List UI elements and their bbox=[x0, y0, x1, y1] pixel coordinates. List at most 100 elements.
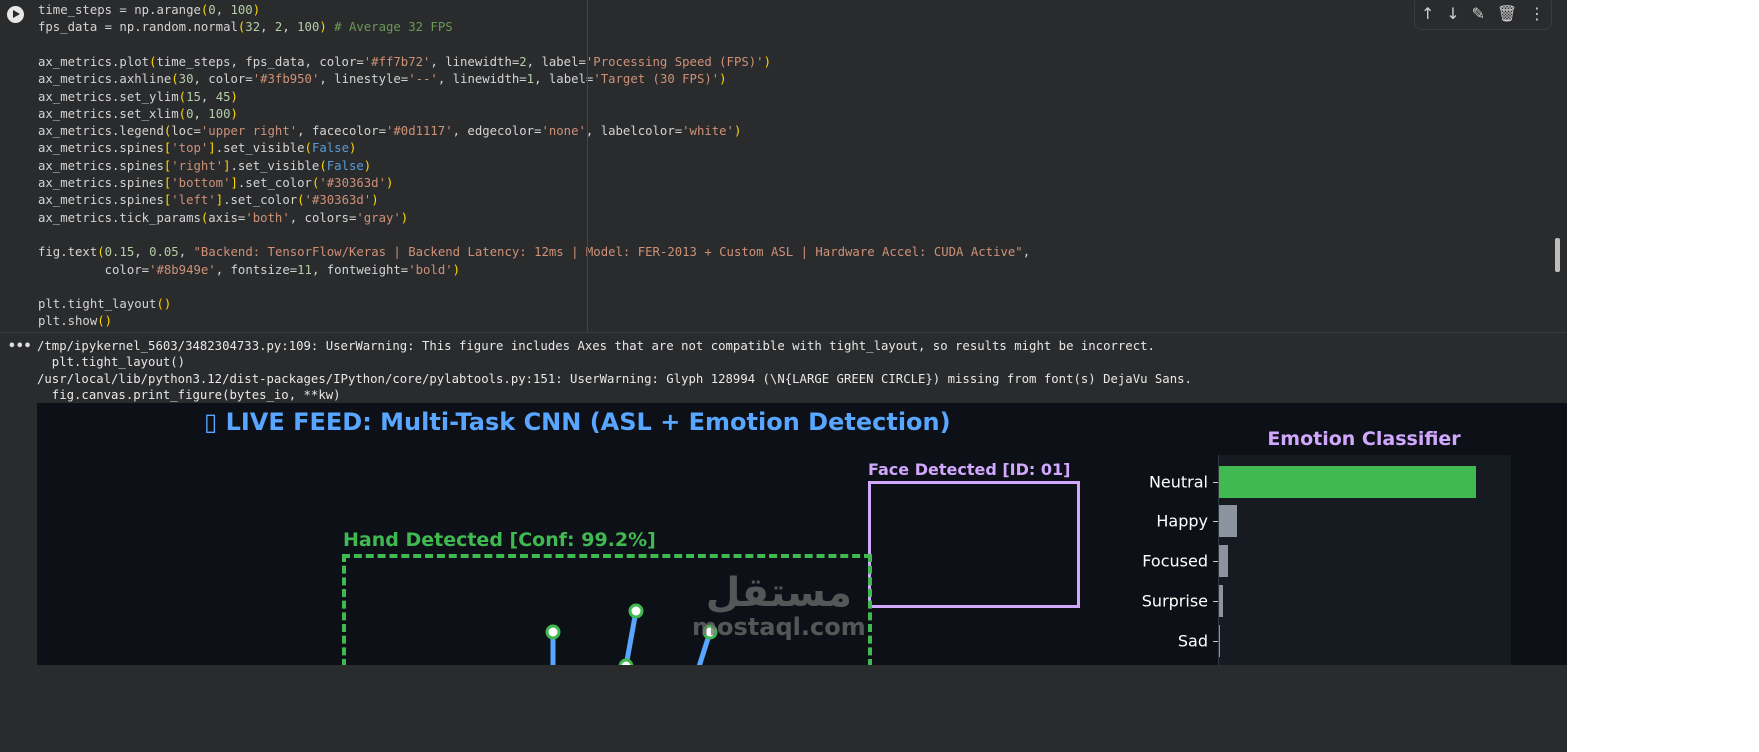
emotion-bar-focused bbox=[1219, 545, 1228, 577]
code-token: ax_metrics.plot bbox=[38, 54, 150, 69]
notebook: time_steps = np.arange(0, 100) fps_data =… bbox=[0, 0, 1567, 752]
code-token: ( bbox=[97, 245, 105, 260]
code-token: , label= bbox=[526, 54, 586, 69]
code-token: , bbox=[260, 20, 275, 35]
code-token: , fontsize= bbox=[215, 262, 298, 277]
code-token: , bbox=[1022, 245, 1031, 260]
output-figure: ▯ LIVE FEED: Multi-Task CNN (ASL + Emoti… bbox=[37, 403, 1567, 665]
code-token: , bbox=[200, 89, 216, 104]
code-token: 100 bbox=[208, 106, 231, 121]
code-token: ax_metrics.spines bbox=[38, 141, 164, 156]
emotion-label: Sad bbox=[1177, 631, 1208, 651]
output-menu-icon[interactable]: ••• bbox=[8, 339, 31, 354]
code-token: ) bbox=[363, 158, 372, 173]
code-token: ( bbox=[319, 158, 327, 173]
code-token: '#8b949e' bbox=[149, 262, 216, 277]
code-token: 'gray' bbox=[356, 210, 401, 225]
run-cell-button[interactable] bbox=[7, 6, 24, 23]
move-down-icon[interactable]: ↓ bbox=[1446, 4, 1459, 23]
y-tick bbox=[1213, 641, 1218, 642]
line-length-ruler bbox=[587, 0, 588, 332]
code-token: ) bbox=[348, 141, 357, 156]
warning-line: /tmp/ipykernel_5603/3482304733.py:109: U… bbox=[37, 339, 1155, 353]
code-token: () bbox=[156, 297, 172, 312]
code-line: ax_metrics.spines['right'].set_visible(F… bbox=[38, 158, 371, 175]
ai-edit-icon[interactable]: ✎ bbox=[1472, 4, 1485, 23]
watermark-arabic: مستقل bbox=[705, 570, 852, 616]
move-up-icon[interactable]: ↑ bbox=[1421, 4, 1434, 23]
code-line: fig.text(0.15, 0.05, "Backend: TensorFlo… bbox=[38, 244, 1030, 261]
code-token: axis= bbox=[208, 210, 246, 225]
code-token: 'white' bbox=[682, 124, 734, 139]
code-token: False bbox=[326, 158, 364, 173]
code-token: , labelcolor= bbox=[585, 124, 683, 139]
code-token: '--' bbox=[408, 72, 438, 87]
code-token: ax_metrics.spines bbox=[38, 176, 164, 190]
hand-keypoint bbox=[618, 658, 634, 665]
code-token: , bbox=[178, 245, 194, 260]
warning-line: /usr/local/lib/python3.12/dist-packages/… bbox=[37, 372, 1192, 386]
code-token: 2 bbox=[519, 54, 527, 69]
code-token: 'Target (30 FPS)' bbox=[593, 72, 720, 87]
code-token: ) bbox=[230, 106, 238, 121]
code-token: 32 bbox=[245, 20, 261, 35]
code-token: ] bbox=[223, 158, 231, 173]
code-token: ) bbox=[763, 54, 771, 69]
code-token: "Backend: TensorFlow/Keras | Backend Lat… bbox=[193, 245, 1023, 260]
code-token: () bbox=[97, 314, 113, 329]
code-token: 45 bbox=[215, 89, 231, 104]
code-token: ) bbox=[371, 193, 379, 208]
emotion-label: Focused bbox=[1142, 551, 1208, 571]
watermark: مستقل mostaql.com bbox=[692, 573, 866, 641]
cell-toolbar: ↑ ↓ ✎ 🗑 ⋮ bbox=[1414, 0, 1552, 30]
code-token: .set_color bbox=[223, 193, 298, 208]
code-token: 30 bbox=[178, 72, 194, 87]
code-token: 15 bbox=[186, 89, 201, 104]
emotion-bar-neutral bbox=[1219, 466, 1476, 498]
code-token: 100 bbox=[297, 20, 320, 35]
code-token: ] bbox=[208, 141, 216, 156]
code-token: ( bbox=[304, 141, 312, 156]
delete-icon[interactable]: 🗑 bbox=[1497, 4, 1517, 23]
y-tick bbox=[1213, 561, 1218, 562]
code-line: ax_metrics.tick_params(axis='both', colo… bbox=[38, 210, 408, 227]
y-tick bbox=[1213, 521, 1218, 522]
code-token: .set_visible bbox=[215, 141, 305, 156]
code-token: '#0d1117' bbox=[385, 124, 453, 139]
code-token: time_steps, fps_data, color= bbox=[156, 54, 364, 69]
code-token: 'bottom' bbox=[171, 176, 231, 190]
code-line: time_steps = np.arange(0, 100) bbox=[38, 2, 260, 19]
code-line: plt.show() bbox=[38, 313, 112, 330]
code-token: ) bbox=[733, 124, 742, 139]
code-line: ax_metrics.axhline(30, color='#3fb950', … bbox=[38, 71, 727, 88]
code-token: 1 bbox=[526, 72, 535, 87]
code-token: loc= bbox=[171, 124, 201, 139]
code-token: '#ff7b72' bbox=[363, 54, 431, 69]
code-token: , linestyle= bbox=[319, 72, 409, 87]
code-token: , colors= bbox=[289, 210, 357, 225]
code-token: ) bbox=[719, 72, 727, 87]
more-options-icon[interactable]: ⋮ bbox=[1529, 4, 1545, 23]
scrollbar[interactable] bbox=[1555, 238, 1560, 272]
emotion-bar-happy bbox=[1219, 505, 1237, 537]
code-token: plt.show bbox=[38, 314, 98, 329]
code-token: '#30363d' bbox=[319, 176, 386, 190]
code-token: ) bbox=[386, 176, 394, 190]
code-token: ax_metrics.legend bbox=[38, 124, 164, 139]
code-line: plt.tight_layout() bbox=[38, 296, 171, 313]
code-token: 'left' bbox=[171, 193, 216, 208]
code-token: 'upper right' bbox=[200, 124, 298, 139]
code-token: .set_visible bbox=[230, 158, 320, 173]
emotion-bar-sad bbox=[1219, 625, 1221, 657]
cell-divider bbox=[0, 332, 1567, 333]
code-token: ) bbox=[252, 3, 261, 17]
emotion-chart-title: Emotion Classifier bbox=[1267, 428, 1461, 450]
code-token: ( bbox=[297, 193, 305, 208]
code-token: False bbox=[311, 141, 349, 156]
code-token: , linewidth= bbox=[430, 54, 520, 69]
code-line: ax_metrics.set_ylim(15, 45) bbox=[38, 89, 238, 106]
y-tick bbox=[1213, 482, 1218, 483]
watermark-url: mostaql.com bbox=[692, 613, 866, 641]
code-token: , bbox=[282, 20, 298, 35]
code-token: , edgecolor= bbox=[452, 124, 542, 139]
